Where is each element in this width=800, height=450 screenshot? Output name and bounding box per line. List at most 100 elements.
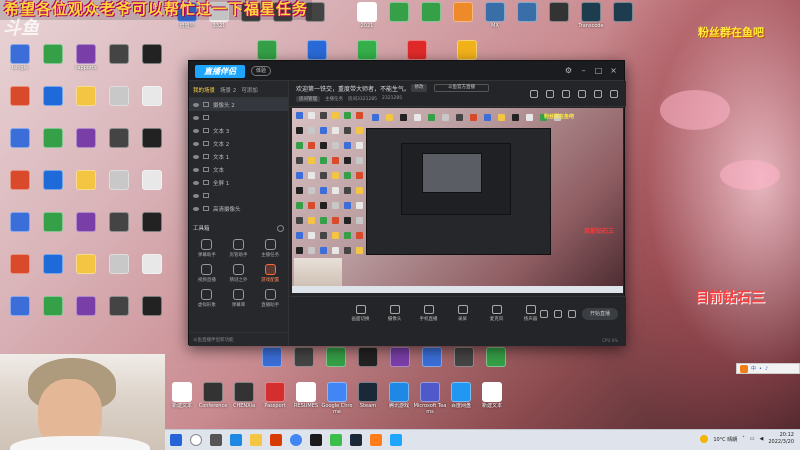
desktop-icon[interactable] [414, 2, 448, 35]
desktop-icon[interactable] [479, 347, 513, 367]
scene-item[interactable]: 文本 2 [189, 137, 288, 150]
network-icon[interactable]: ▭ [750, 436, 755, 442]
eye-icon[interactable] [193, 128, 199, 133]
anchor-task[interactable]: 主播任务 [325, 96, 343, 102]
desktop-icon[interactable] [102, 212, 136, 245]
screenshot-icon[interactable] [562, 90, 570, 98]
desktop-icon[interactable] [36, 254, 70, 287]
desktop-icon[interactable] [135, 128, 169, 161]
desktop-icon[interactable] [3, 170, 37, 203]
chrome-icon[interactable] [290, 434, 302, 446]
desktop-icon[interactable] [135, 170, 169, 203]
desktop-icon[interactable] [135, 296, 169, 329]
desktop-icon[interactable]: Microsoft Teams [413, 382, 447, 415]
edge-icon[interactable] [230, 434, 242, 446]
desktop-icon[interactable] [69, 254, 103, 287]
live-preview[interactable]: 粉丝群在鱼吧 目前钻石三 [292, 108, 623, 293]
desktop-icon[interactable] [510, 2, 544, 35]
scene-item[interactable]: 文本 1 [189, 150, 288, 163]
search-icon[interactable] [190, 434, 202, 446]
folder-icon[interactable] [250, 434, 262, 446]
desktop-icon[interactable] [3, 128, 37, 161]
eye-icon[interactable] [193, 167, 199, 172]
clock[interactable]: 20:12 2022/3/20 [768, 432, 794, 446]
tool-item[interactable]: 虚拟形象 [191, 289, 223, 308]
desktop-icon[interactable]: Conference [196, 382, 230, 415]
scene-item[interactable]: 全屏 1 [189, 176, 288, 189]
close-icon[interactable]: × [609, 66, 618, 75]
tool-item[interactable]: 房管助手 [223, 239, 255, 258]
desktop-icon[interactable] [36, 128, 70, 161]
desktop-icon[interactable] [36, 212, 70, 245]
steam-icon[interactable] [350, 434, 362, 446]
desktop-icon[interactable] [415, 347, 449, 367]
desktop-icon[interactable] [287, 347, 321, 367]
camera-icon[interactable] [540, 310, 548, 318]
desktop-icon[interactable] [102, 44, 136, 77]
bottom-tool[interactable]: 画面切换 [347, 305, 374, 322]
gear-icon[interactable] [568, 310, 576, 318]
desktop-icon[interactable] [69, 296, 103, 329]
desktop-icon[interactable]: 百度网盘 [444, 382, 478, 415]
notification-icon[interactable] [594, 90, 602, 98]
desktop-icon[interactable] [135, 254, 169, 287]
desktop-icon[interactable] [3, 296, 37, 329]
streaming-app-icon[interactable] [390, 434, 402, 446]
desktop-icon[interactable] [135, 86, 169, 119]
scene-item[interactable]: 文本 3 [189, 124, 288, 137]
windows-start-icon[interactable] [170, 434, 182, 446]
scene-item[interactable]: 文本 [189, 163, 288, 176]
desktop-icon[interactable] [255, 347, 289, 367]
desktop-icon[interactable]: MX [478, 2, 512, 35]
desktop-icon[interactable]: 2021 [350, 2, 384, 35]
tab-scene-2[interactable]: 场景 2 [220, 86, 236, 94]
eye-icon[interactable] [193, 154, 199, 159]
tool-item[interactable]: 直播助手 [254, 289, 286, 308]
douyu-icon[interactable] [370, 434, 382, 446]
scene-item[interactable] [189, 111, 288, 124]
maximize-icon[interactable]: □ [594, 66, 603, 75]
settings-icon[interactable]: ⚙ [564, 66, 573, 75]
category-button[interactable]: 斗鱼官方直播 [434, 84, 489, 92]
desktop-icon[interactable] [102, 86, 136, 119]
desktop-icon[interactable]: Google Chrome [320, 382, 354, 415]
desktop-icon[interactable] [350, 40, 384, 60]
desktop-icon[interactable] [36, 86, 70, 119]
desktop-icon[interactable] [447, 347, 481, 367]
desktop-icon[interactable] [400, 40, 434, 60]
desktop-icon[interactable] [542, 2, 576, 35]
desktop-icon[interactable]: 新建文本 [475, 382, 509, 415]
desktop-icon[interactable] [36, 296, 70, 329]
desktop-icon[interactable] [606, 2, 640, 35]
desktop-icon[interactable] [102, 170, 136, 203]
desktop-icon[interactable] [135, 44, 169, 77]
bottom-tool[interactable]: 摄像头 [381, 305, 408, 322]
desktop-icon[interactable] [3, 86, 37, 119]
desktop-icon[interactable] [300, 40, 334, 60]
eye-icon[interactable] [193, 141, 199, 146]
record-icon[interactable] [578, 90, 586, 98]
desktop-icon[interactable]: RESUMES [289, 382, 323, 415]
settings-icon[interactable] [554, 310, 562, 318]
minimize-icon[interactable]: – [579, 66, 588, 75]
tab-add[interactable]: 可添加 [241, 86, 258, 94]
tool-item[interactable]: 视频直播 [191, 264, 223, 283]
tool-item[interactable]: 弹幕助手 [191, 239, 223, 258]
desktop-icon[interactable] [36, 170, 70, 203]
tool-item[interactable]: 主播任务 [254, 239, 286, 258]
task-view-icon[interactable] [210, 434, 222, 446]
desktop-icon[interactable] [351, 347, 385, 367]
eye-icon[interactable] [193, 206, 199, 211]
store-icon[interactable] [310, 434, 322, 446]
bottom-tool[interactable]: 手机直播 [415, 305, 442, 322]
desktop-icon[interactable] [102, 296, 136, 329]
tool-item[interactable]: 猜谜之外 [223, 264, 255, 283]
tab-my-scene[interactable]: 我的场景 [193, 86, 215, 94]
desktop-icon[interactable] [102, 128, 136, 161]
edit-title-button[interactable]: 修改 [411, 84, 427, 92]
share-link-icon[interactable] [610, 90, 618, 98]
desktop-icon[interactable] [69, 212, 103, 245]
weather-text[interactable]: 10°C 晴朗 [713, 436, 737, 443]
desktop-icon[interactable] [69, 128, 103, 161]
desktop-icon[interactable] [382, 2, 416, 35]
